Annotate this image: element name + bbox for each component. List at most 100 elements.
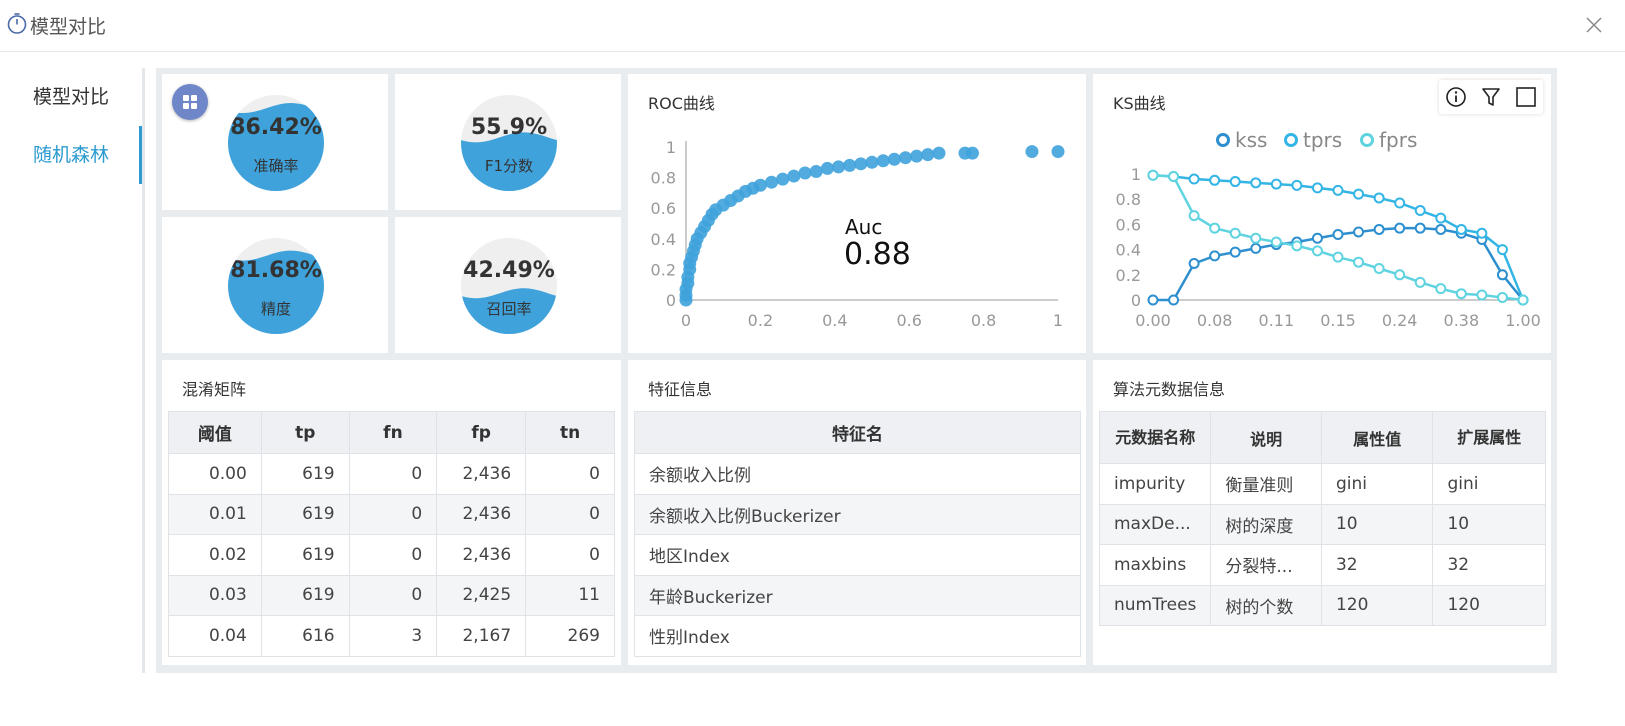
ks-point-kss[interactable] xyxy=(1291,236,1303,248)
ks-point-tprs[interactable] xyxy=(1332,184,1344,196)
table-row[interactable]: numTrees 树的个数 120 120 xyxy=(1098,584,1546,626)
ks-point-kss[interactable] xyxy=(1476,234,1488,246)
table-row[interactable]: 0.04 616 3 2,167 269 xyxy=(168,615,615,657)
sidebar-item-random-forest[interactable]: 随机森林 xyxy=(0,126,142,184)
table-row[interactable]: 余额收入比例Buckerizer xyxy=(634,493,1081,535)
ks-point-tprs[interactable] xyxy=(1270,178,1282,190)
roc-point[interactable] xyxy=(843,158,857,172)
ks-point-fprs[interactable] xyxy=(1311,245,1323,257)
table-row[interactable]: 年龄Buckerizer xyxy=(634,574,1081,616)
ks-point-fprs[interactable] xyxy=(1394,269,1406,281)
ks-point-tprs[interactable] xyxy=(1517,294,1529,306)
legend-marker[interactable] xyxy=(1216,133,1230,147)
roc-point[interactable] xyxy=(753,178,767,192)
roc-point[interactable] xyxy=(1025,145,1039,159)
roc-point[interactable] xyxy=(832,160,846,174)
ks-point-tprs[interactable] xyxy=(1353,188,1365,200)
ks-point-tprs[interactable] xyxy=(1229,176,1241,188)
roc-point[interactable] xyxy=(887,152,901,166)
legend-label[interactable]: tprs xyxy=(1303,128,1342,152)
column-header[interactable]: 属性值 xyxy=(1320,411,1434,464)
table-row[interactable]: maxDe... 树的深度 10 10 xyxy=(1098,503,1546,545)
roc-point[interactable] xyxy=(765,175,779,189)
column-header[interactable]: 元数据名称 xyxy=(1098,411,1212,464)
ks-point-kss[interactable] xyxy=(1332,228,1344,240)
legend-marker[interactable] xyxy=(1284,133,1298,147)
table-row[interactable]: 0.00 619 0 2,436 0 xyxy=(168,453,615,495)
column-header[interactable]: fp xyxy=(436,411,527,454)
roc-point[interactable] xyxy=(787,169,801,183)
filter-icon[interactable] xyxy=(1479,85,1503,109)
ks-point-tprs[interactable] xyxy=(1188,173,1200,185)
ks-point-fprs[interactable] xyxy=(1414,276,1426,288)
table-row[interactable]: 余额收入比例 xyxy=(634,453,1081,495)
ks-point-tprs[interactable] xyxy=(1291,179,1303,191)
ks-point-fprs[interactable] xyxy=(1476,289,1488,301)
ks-point-tprs[interactable] xyxy=(1168,171,1180,183)
roc-point[interactable] xyxy=(854,157,868,171)
roc-point[interactable] xyxy=(876,154,890,168)
sidebar-item-model-compare[interactable]: 模型对比 xyxy=(0,68,142,126)
ks-point-fprs[interactable] xyxy=(1209,222,1221,234)
ks-point-kss[interactable] xyxy=(1455,227,1467,239)
ks-point-fprs[interactable] xyxy=(1332,251,1344,263)
legend-label[interactable]: kss xyxy=(1235,128,1267,152)
table-row[interactable]: 性别Index xyxy=(634,615,1081,657)
ks-point-tprs[interactable] xyxy=(1250,177,1262,189)
ks-point-fprs[interactable] xyxy=(1270,236,1282,248)
roc-point[interactable] xyxy=(776,172,790,186)
ks-point-fprs[interactable] xyxy=(1455,288,1467,300)
ks-point-tprs[interactable] xyxy=(1209,174,1221,186)
ks-point-tprs[interactable] xyxy=(1373,192,1385,204)
ks-point-fprs[interactable] xyxy=(1435,283,1447,295)
ks-point-tprs[interactable] xyxy=(1147,169,1159,181)
column-header[interactable]: 说明 xyxy=(1210,411,1322,464)
ks-point-tprs[interactable] xyxy=(1476,227,1488,239)
ks-point-fprs[interactable] xyxy=(1188,210,1200,222)
ks-point-kss[interactable] xyxy=(1250,242,1262,254)
ks-point-fprs[interactable] xyxy=(1229,227,1241,239)
ks-point-fprs[interactable] xyxy=(1250,232,1262,244)
ks-point-kss[interactable] xyxy=(1168,294,1180,306)
table-row[interactable]: 地区Index xyxy=(634,534,1081,576)
roc-chart[interactable]: 0 0.2 0.4 0.6 0.8 1 0 0.2 0.4 0.6 0.8 1 xyxy=(628,74,1086,353)
roc-point[interactable] xyxy=(809,164,823,178)
ks-point-kss[interactable] xyxy=(1414,222,1426,234)
column-header[interactable]: tn xyxy=(525,411,615,454)
apps-icon[interactable] xyxy=(172,84,208,120)
roc-point[interactable] xyxy=(865,155,879,169)
ks-point-kss[interactable] xyxy=(1435,223,1447,235)
ks-point-fprs[interactable] xyxy=(1353,256,1365,268)
ks-point-tprs[interactable] xyxy=(1455,223,1467,235)
roc-point[interactable] xyxy=(965,146,979,160)
ks-point-fprs[interactable] xyxy=(1291,240,1303,252)
ks-point-fprs[interactable] xyxy=(1517,294,1529,306)
table-row[interactable]: 0.03 619 0 2,425 11 xyxy=(168,574,615,616)
ks-point-fprs[interactable] xyxy=(1496,291,1508,303)
ks-point-fprs[interactable] xyxy=(1147,169,1159,181)
table-row[interactable]: 0.02 619 0 2,436 0 xyxy=(168,534,615,576)
column-header[interactable]: tp xyxy=(260,411,350,454)
roc-point[interactable] xyxy=(932,146,946,160)
ks-point-kss[interactable] xyxy=(1209,250,1221,262)
column-header[interactable]: 扩展属性 xyxy=(1432,411,1546,464)
roc-point[interactable] xyxy=(798,166,812,180)
ks-point-tprs[interactable] xyxy=(1311,182,1323,194)
info-icon[interactable] xyxy=(1444,85,1468,109)
maximize-icon[interactable] xyxy=(1514,85,1538,109)
ks-point-kss[interactable] xyxy=(1517,294,1529,306)
column-header[interactable]: 阈值 xyxy=(168,411,262,454)
table-row[interactable]: 0.01 619 0 2,436 0 xyxy=(168,493,615,535)
close-icon[interactable] xyxy=(1579,10,1609,40)
ks-point-tprs[interactable] xyxy=(1496,244,1508,256)
ks-point-kss[interactable] xyxy=(1311,232,1323,244)
ks-point-tprs[interactable] xyxy=(1414,205,1426,217)
table-row[interactable]: maxbins 分裂特... 32 32 xyxy=(1098,544,1546,586)
ks-point-kss[interactable] xyxy=(1270,239,1282,251)
ks-point-kss[interactable] xyxy=(1188,257,1200,269)
roc-point[interactable] xyxy=(1051,145,1065,159)
legend-label[interactable]: fprs xyxy=(1379,128,1417,152)
column-header[interactable]: fn xyxy=(348,411,438,454)
ks-point-fprs[interactable] xyxy=(1373,263,1385,274)
column-header[interactable]: 特征名 xyxy=(634,411,1081,454)
